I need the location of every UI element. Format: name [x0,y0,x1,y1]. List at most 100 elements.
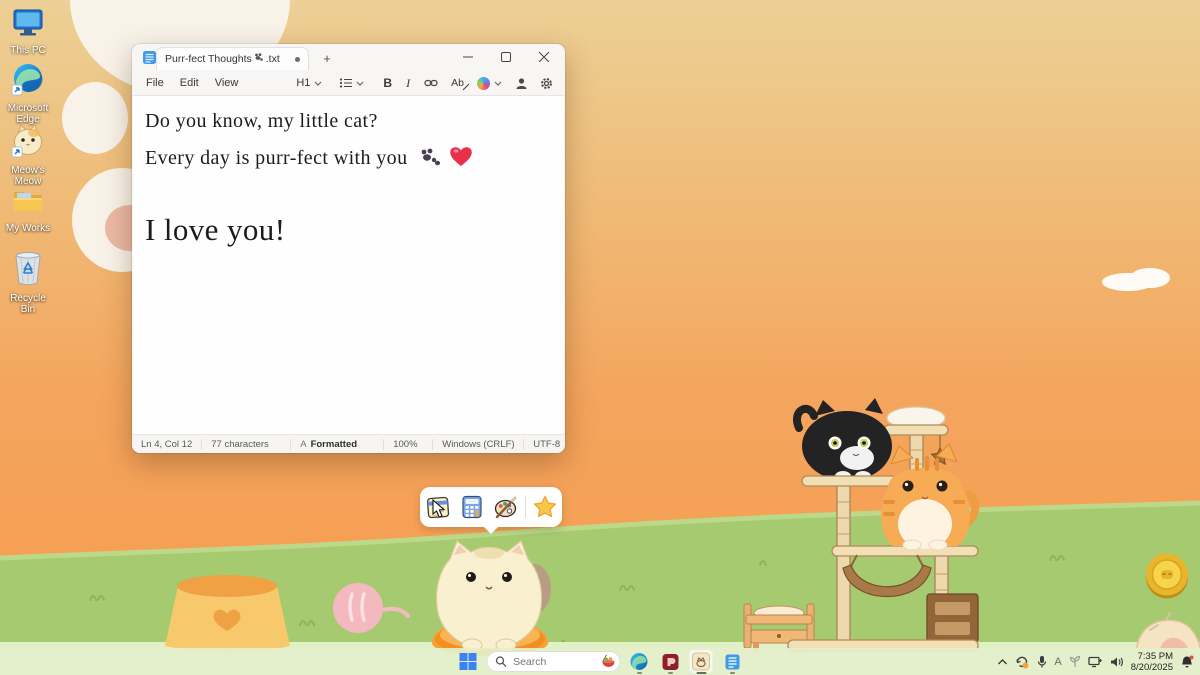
person-icon [515,77,528,90]
desktop-icon-meows-meow[interactable]: Meow's Meow [2,122,54,187]
coin-button[interactable] [1142,551,1192,601]
taskbar-notepad[interactable] [720,649,745,674]
menu-view[interactable]: View [207,74,247,92]
new-tab-button[interactable]: + [318,50,336,68]
search-box[interactable] [487,651,621,672]
statusbar: Ln 4, Col 12 77 characters AFormatted 10… [132,434,565,453]
orange-cat-art [881,444,975,550]
encoding: UTF-8 [523,439,569,450]
network-icon[interactable] [1088,656,1103,668]
calculator-icon [459,494,485,520]
tray-letter-icon[interactable]: A [1054,656,1061,668]
paint-tool-button[interactable] [491,492,521,522]
notepad-app-icon [142,50,157,65]
minimize-button[interactable] [449,44,487,70]
zoom-level[interactable]: 100% [383,439,432,450]
menu-edit[interactable]: Edit [172,74,207,92]
running-indicator [668,672,673,675]
time: 7:35 PM [1131,651,1173,662]
volume-icon[interactable] [1110,656,1124,668]
text-editor[interactable]: Do you know, my little cat? Every day is… [133,96,564,435]
menubar: File Edit View H1 B I Ab [132,71,565,95]
maximize-button[interactable] [487,44,525,70]
taskbar-edge[interactable] [627,649,652,674]
black-cat-art [797,398,892,481]
account-button[interactable] [511,75,532,92]
menu-file[interactable]: File [138,74,172,92]
mouse-cursor [432,499,448,519]
close-button[interactable] [525,44,563,70]
taskbar-cat-pet-app[interactable] [689,649,714,674]
window-controls [449,44,563,70]
desktop-icon-this-pc[interactable]: This PC [2,8,54,56]
star-icon [532,494,558,520]
desktop-icon-recycle-bin[interactable]: Recycle Bin [2,250,54,315]
notepad-window: Purr-fect Thoughts.txt + File Edit View … [132,44,565,453]
running-indicator [637,672,642,675]
star-tool-button[interactable] [530,492,560,522]
heart-icon [449,146,473,167]
plant-icon[interactable] [1069,655,1081,668]
cat-pet-app-icon [692,652,711,671]
clock[interactable]: 7:35 PM 8/20/2025 [1131,651,1173,673]
taskbar: A 7:35 PM 8/20/2025 [0,648,1200,675]
tray-chevron-up[interactable] [997,658,1008,666]
chevron-down-icon [355,79,365,87]
chevron-down-icon [493,79,503,87]
edge-browser-icon [11,62,45,96]
cat-tree-art [785,398,981,655]
running-indicator [730,672,735,675]
edge-browser-icon [630,652,649,671]
windows-logo-icon [460,653,477,670]
search-input[interactable] [511,655,595,669]
italic-button[interactable]: I [402,74,414,93]
yarn-ball-art [330,580,410,638]
computer-monitor-icon [11,8,45,38]
search-highlight-food-icon [600,654,615,669]
calculator-tool-button[interactable] [457,492,487,522]
heading-dropdown[interactable]: H1 [292,75,327,91]
taskbar-red-app[interactable] [658,649,683,674]
food-bowl-art [160,568,295,658]
copilot-icon [477,77,490,90]
editor-line: I love you! [145,212,285,248]
settings-button[interactable] [536,75,557,92]
cursor-position: Ln 4, Col 12 [132,439,201,450]
editor-line: Do you know, my little cat? [145,110,378,133]
desktop-icon-edge[interactable]: Microsoft Edge [2,62,54,125]
icon-label: Meow's Meow [2,165,54,187]
folder-icon [10,186,46,216]
character-count: 77 characters [201,439,290,450]
sync-update-icon[interactable] [1015,655,1030,669]
link-button[interactable] [420,75,442,91]
notification-bell-icon[interactable] [1180,655,1194,669]
format-icon: A [300,439,306,450]
list-icon [339,77,353,89]
microphone-icon[interactable] [1037,655,1047,668]
titlebar[interactable]: Purr-fect Thoughts.txt + [132,44,565,71]
active-indicator [696,672,706,675]
list-dropdown[interactable] [335,75,369,91]
clear-format-button[interactable]: Ab [447,75,468,91]
line-ending: Windows (CRLF) [432,439,523,450]
notepad-app-icon [723,653,741,671]
copilot-dropdown[interactable] [473,75,507,92]
tab-title: Purr-fect Thoughts.txt [165,53,280,65]
icon-label: This PC [2,45,54,56]
paw-prints-icon [419,148,441,166]
paw-prints-icon [254,53,264,62]
unsaved-indicator [295,57,300,62]
editor-line: Every day is purr-fect with you [145,146,473,170]
recycle-bin-icon [11,250,45,286]
toolbar-divider [525,496,526,518]
cat-app-icon [10,122,46,158]
pen-slash-icon [462,83,470,91]
cloud-art [1098,264,1178,294]
tab-purrfect-thoughts[interactable]: Purr-fect Thoughts.txt [156,47,309,70]
format-status: AFormatted [290,439,383,450]
desktop-icon-my-works[interactable]: My Works [2,186,54,234]
start-button[interactable] [456,649,481,674]
bold-button[interactable]: B [379,74,396,92]
desktop: This PC Microsoft Edge Meow's Meow [0,0,1200,675]
icon-label: Recycle Bin [2,293,54,315]
